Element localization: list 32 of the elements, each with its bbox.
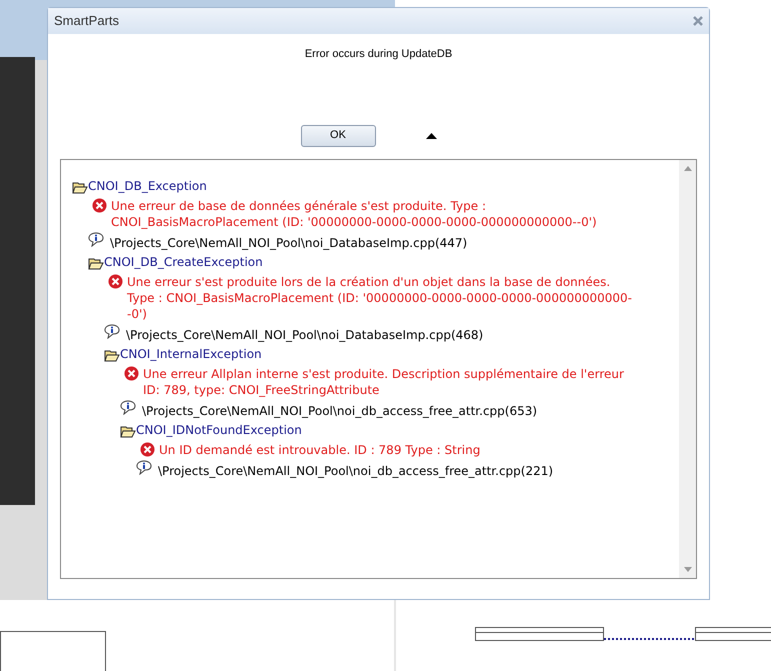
- error-text: Une erreur de base de données générale s'est produite. Type : CNOI_BasisMacroPlacement (ID: '00000000-0000-0000-0000-000000000000--0'): [111, 198, 598, 230]
- exception-name[interactable]: CNOI_DB_Exception: [88, 178, 207, 194]
- window-title: SmartParts: [54, 12, 120, 30]
- error-text: Un ID demandé est introuvable. ID : 789 Type : String: [159, 442, 480, 458]
- source-path: \Projects_Core\NemAll_NOI_Pool\noi_DatabaseImp.cpp(447): [110, 234, 468, 250]
- scroll-down-icon[interactable]: [684, 566, 692, 572]
- folder-icon: [120, 424, 136, 438]
- source-path: \Projects_Core\NemAll_NOI_Pool\noi_db_access_free_attr.cpp(653): [142, 402, 538, 418]
- source-path: \Projects_Core\NemAll_NOI_Pool\noi_DatabaseImp.cpp(468): [126, 326, 484, 342]
- info-icon: [136, 460, 153, 474]
- ok-button[interactable]: OK: [300, 124, 376, 146]
- info-icon: [104, 324, 121, 338]
- exception-name[interactable]: CNOI_InternalException: [120, 346, 262, 362]
- folder-icon: [88, 256, 104, 270]
- exception-name[interactable]: CNOI_IDNotFoundException: [136, 422, 302, 438]
- scroll-up-icon[interactable]: [684, 166, 692, 170]
- error-icon: [108, 274, 123, 288]
- error-icon: [124, 366, 139, 380]
- error-text: Une erreur s'est produite lors de la création d'un objet dans la base de données. Type : CNOI_BasisMacroPlacement (ID: '00000000-0000-0000-0000-000000000000--0'): [127, 274, 633, 322]
- folder-icon: [72, 180, 88, 194]
- error-message: Error occurs during UpdateDB: [304, 47, 452, 62]
- error-icon: [92, 198, 107, 212]
- folder-icon: [104, 348, 120, 362]
- close-icon[interactable]: [693, 16, 703, 26]
- scrollbar[interactable]: [679, 160, 696, 578]
- error-icon: [140, 442, 155, 456]
- error-text: Une erreur Allplan interne s'est produite. Description supplémentaire de l'erreur ID: 789, type: CNOI_FreeStringAttribute: [143, 366, 625, 398]
- source-path: \Projects_Core\NemAll_NOI_Pool\noi_db_access_free_attr.cpp(221): [158, 462, 554, 478]
- collapse-icon[interactable]: [426, 132, 436, 138]
- info-icon: [88, 232, 105, 246]
- exception-name[interactable]: CNOI_DB_CreateException: [104, 254, 263, 270]
- info-icon: [120, 400, 137, 414]
